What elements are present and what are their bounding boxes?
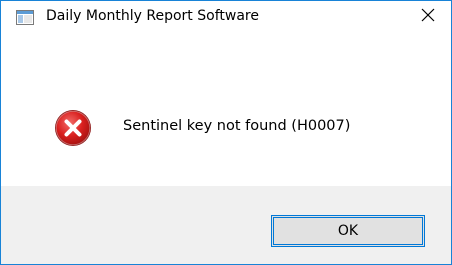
title-bar[interactable]: Daily Monthly Report Software xyxy=(1,1,451,32)
close-button[interactable] xyxy=(405,1,451,32)
message-box-dialog: Daily Monthly Report Software Sentinel k… xyxy=(0,0,452,265)
ok-button[interactable]: OK xyxy=(271,215,425,247)
error-message: Sentinel key not found (H0007) xyxy=(123,118,351,134)
ok-button-label: OK xyxy=(337,223,359,239)
window-title: Daily Monthly Report Software xyxy=(46,8,259,24)
dialog-content: Sentinel key not found (H0007) xyxy=(1,32,451,186)
close-icon xyxy=(421,7,435,26)
button-bar: OK xyxy=(1,186,451,264)
window-icon xyxy=(16,10,34,25)
error-icon xyxy=(54,109,92,147)
